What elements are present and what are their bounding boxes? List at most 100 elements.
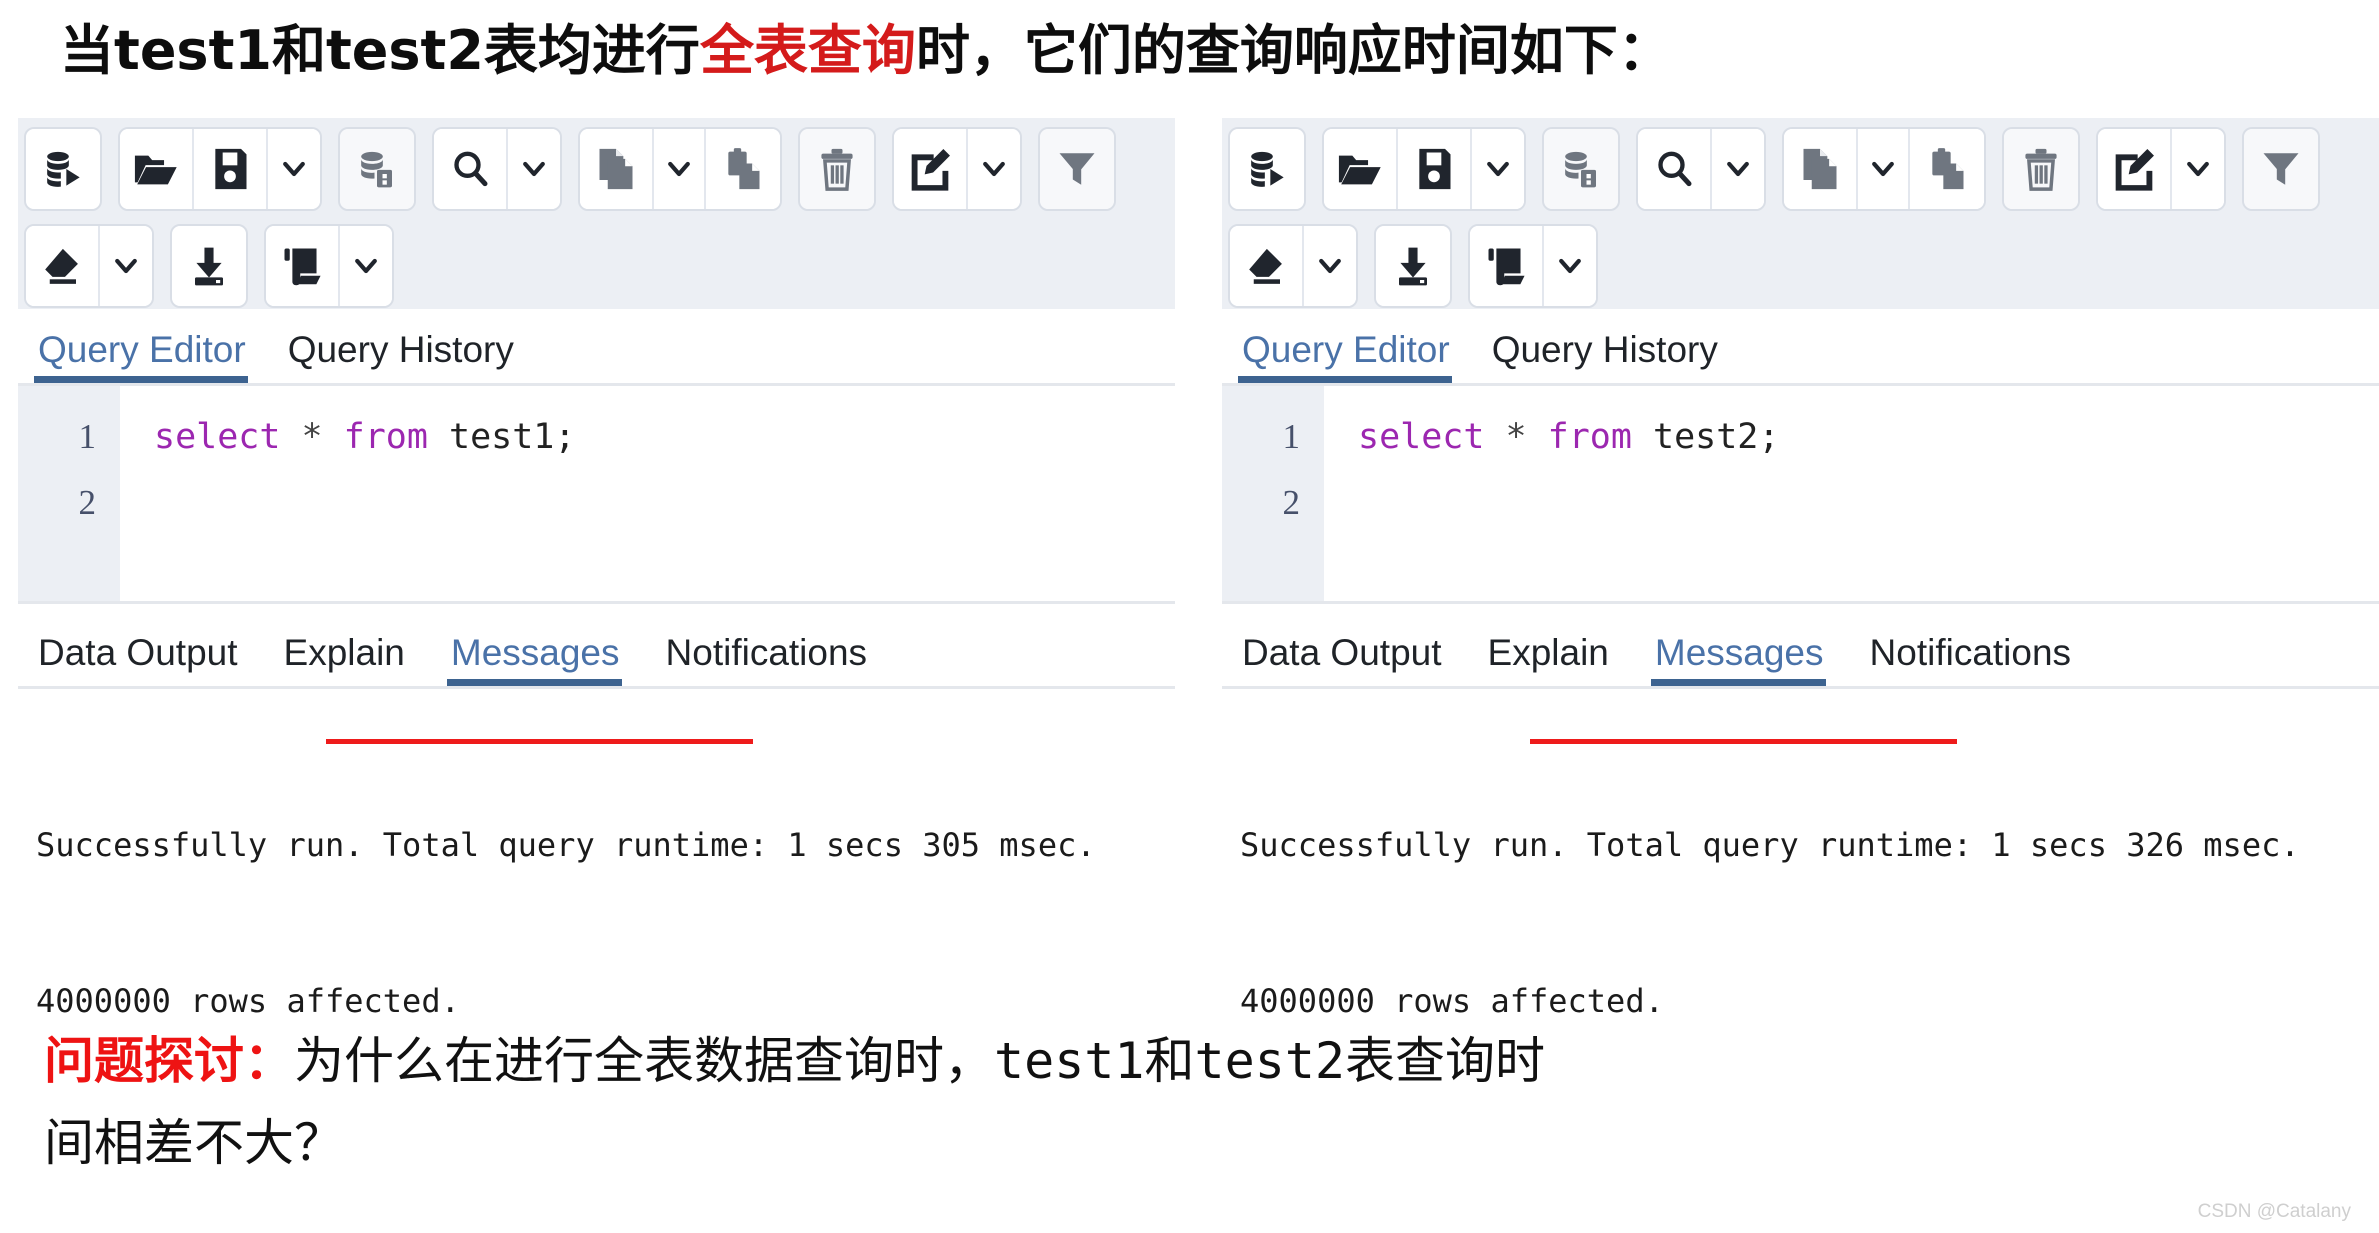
paste-icon[interactable] bbox=[706, 128, 780, 209]
toolbar-group-download bbox=[170, 224, 248, 308]
macros-icon[interactable] bbox=[266, 226, 340, 306]
copy-dropdown-caret[interactable] bbox=[1858, 128, 1910, 209]
edit-icon[interactable] bbox=[894, 128, 968, 209]
sql-code-right[interactable]: select * from test2; bbox=[1324, 386, 2379, 601]
toolbar-group-clear bbox=[1228, 224, 1358, 308]
line-number: 1 bbox=[78, 417, 97, 456]
tab-messages[interactable]: Messages bbox=[1650, 632, 1840, 686]
toolbar-group-macros bbox=[264, 224, 394, 308]
sql-table-name: test1; bbox=[427, 417, 576, 457]
line-number: 2 bbox=[1282, 483, 1301, 522]
explain-analyze-icon[interactable] bbox=[1544, 128, 1618, 209]
discussion-line1d: test2 bbox=[1194, 1032, 1346, 1090]
toolbar-group-explain bbox=[1542, 126, 1620, 211]
tab-data-output[interactable]: Data Output bbox=[1238, 632, 1458, 686]
toolbar-group-clipboard bbox=[1782, 126, 1986, 211]
clear-icon[interactable] bbox=[26, 226, 100, 306]
tab-query-history[interactable]: Query History bbox=[1488, 329, 1734, 383]
macros-dropdown-caret[interactable] bbox=[340, 226, 392, 306]
find-icon[interactable] bbox=[434, 128, 508, 209]
tab-explain-label: Explain bbox=[1487, 632, 1609, 673]
tab-query-editor[interactable]: Query Editor bbox=[34, 329, 262, 383]
tab-data-output[interactable]: Data Output bbox=[34, 632, 254, 686]
sql-editor-right[interactable]: 1 2 select * from test2; bbox=[1222, 386, 2379, 604]
toolbar-row-2 bbox=[18, 219, 1175, 309]
delete-icon[interactable] bbox=[2004, 128, 2078, 209]
sql-keyword-select: select bbox=[1358, 417, 1485, 457]
clear-dropdown-caret[interactable] bbox=[100, 226, 152, 306]
editor-tabs-left: Query Editor Query History bbox=[18, 309, 1175, 383]
toolbar-group-file bbox=[118, 126, 322, 211]
save-dropdown-caret[interactable] bbox=[1472, 128, 1524, 209]
tab-query-editor-label: Query Editor bbox=[1242, 329, 1450, 370]
edit-dropdown-caret[interactable] bbox=[968, 128, 1020, 209]
toolbar-group-execute bbox=[1228, 126, 1306, 211]
discussion-line2: 间相差不大？ bbox=[44, 1114, 344, 1172]
edit-icon[interactable] bbox=[2098, 128, 2172, 209]
clear-dropdown-caret[interactable] bbox=[1304, 226, 1356, 306]
macros-dropdown-caret[interactable] bbox=[1544, 226, 1596, 306]
sql-editor-left[interactable]: 1 2 select * from test1; bbox=[18, 386, 1175, 604]
execute-query-icon[interactable] bbox=[26, 128, 100, 209]
page-title-part1: 当test1和test2表均进行 bbox=[60, 19, 700, 82]
sql-operator-star: * bbox=[1484, 417, 1548, 457]
editor-tabs-right: Query Editor Query History bbox=[1222, 309, 2379, 383]
explain-analyze-icon[interactable] bbox=[340, 128, 414, 209]
toolbar-left bbox=[18, 118, 1175, 309]
sql-keyword-from: from bbox=[1547, 417, 1632, 457]
toolbar-group-file bbox=[1322, 126, 1526, 211]
screenshot-root: 当test1和test2表均进行全表查询时，它们的查询响应时间如下： Query… bbox=[0, 0, 2379, 1233]
open-file-icon[interactable] bbox=[1324, 128, 1398, 209]
toolbar-right bbox=[1222, 118, 2379, 309]
toolbar-group-edit bbox=[2096, 126, 2226, 211]
tab-notifications[interactable]: Notifications bbox=[1866, 632, 2088, 686]
find-icon[interactable] bbox=[1638, 128, 1712, 209]
message-line-runtime: Successfully run. Total query runtime: 1… bbox=[1240, 826, 2300, 864]
tab-query-history[interactable]: Query History bbox=[284, 329, 530, 383]
filter-icon[interactable] bbox=[2244, 128, 2318, 209]
find-dropdown-caret[interactable] bbox=[1712, 128, 1764, 209]
open-file-icon[interactable] bbox=[120, 128, 194, 209]
tab-explain[interactable]: Explain bbox=[1484, 632, 1625, 686]
save-dropdown-caret[interactable] bbox=[268, 128, 320, 209]
line-number-gutter: 1 2 bbox=[1222, 386, 1324, 601]
filter-icon[interactable] bbox=[1040, 128, 1114, 209]
line-number: 2 bbox=[78, 483, 97, 522]
save-file-icon[interactable] bbox=[194, 128, 268, 209]
toolbar-group-macros bbox=[1468, 224, 1598, 308]
copy-dropdown-caret[interactable] bbox=[654, 128, 706, 209]
sql-code-left[interactable]: select * from test1; bbox=[120, 386, 1175, 601]
toolbar-group-edit bbox=[892, 126, 1022, 211]
toolbar-row-2 bbox=[1222, 219, 2379, 309]
discussion-label: 问题探讨： bbox=[44, 1032, 294, 1090]
tab-messages-label: Messages bbox=[450, 632, 620, 673]
sql-keyword-select: select bbox=[154, 417, 281, 457]
download-icon[interactable] bbox=[172, 226, 246, 306]
delete-icon[interactable] bbox=[800, 128, 874, 209]
line-number: 1 bbox=[1282, 417, 1301, 456]
tab-query-editor[interactable]: Query Editor bbox=[1238, 329, 1466, 383]
tab-notifications-label: Notifications bbox=[665, 632, 868, 673]
toolbar-row-1 bbox=[1222, 118, 2379, 219]
tab-notifications[interactable]: Notifications bbox=[662, 632, 884, 686]
execute-query-icon[interactable] bbox=[1230, 128, 1304, 209]
tab-explain[interactable]: Explain bbox=[280, 632, 421, 686]
toolbar-group-filter bbox=[2242, 126, 2320, 211]
copy-icon[interactable] bbox=[580, 128, 654, 209]
save-file-icon[interactable] bbox=[1398, 128, 1472, 209]
page-title: 当test1和test2表均进行全表查询时，它们的查询响应时间如下： bbox=[60, 6, 1672, 85]
sql-table-name: test2; bbox=[1631, 417, 1780, 457]
download-icon[interactable] bbox=[1376, 226, 1450, 306]
discussion-line1e: 表查询时 bbox=[1345, 1032, 1546, 1090]
edit-dropdown-caret[interactable] bbox=[2172, 128, 2224, 209]
sql-operator-star: * bbox=[280, 417, 344, 457]
tab-messages[interactable]: Messages bbox=[446, 632, 636, 686]
toolbar-group-filter bbox=[1038, 126, 1116, 211]
toolbar-group-find bbox=[1636, 126, 1766, 211]
macros-icon[interactable] bbox=[1470, 226, 1544, 306]
paste-icon[interactable] bbox=[1910, 128, 1984, 209]
toolbar-group-clear bbox=[24, 224, 154, 308]
find-dropdown-caret[interactable] bbox=[508, 128, 560, 209]
clear-icon[interactable] bbox=[1230, 226, 1304, 306]
copy-icon[interactable] bbox=[1784, 128, 1858, 209]
